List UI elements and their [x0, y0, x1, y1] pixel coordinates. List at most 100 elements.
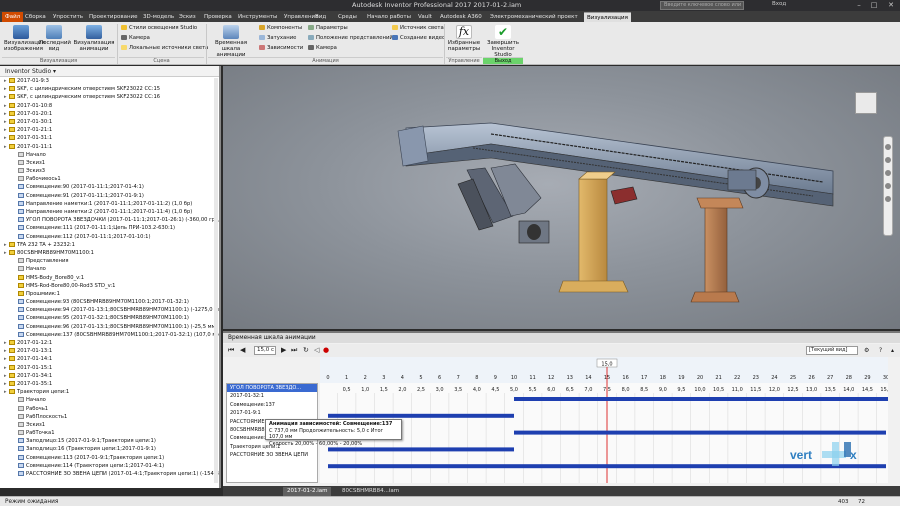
help-icon[interactable]: ? [879, 347, 882, 354]
search-input[interactable]: Введите ключевое слово или фразу [660, 1, 744, 10]
timeline-action-row[interactable]: Совмещение:137 [227, 401, 317, 409]
anim-camera-button[interactable]: Камера [308, 45, 337, 52]
pan-icon[interactable] [885, 157, 891, 163]
sign-in-link[interactable]: Вход [772, 1, 786, 7]
browser-node[interactable]: Совмещение:94 (2017-01-13:1;80CSBHMRB89H… [0, 306, 219, 314]
navigation-bar[interactable] [883, 136, 893, 236]
timeline-action-row[interactable]: 2017-01-32:1 [227, 392, 317, 400]
ribbon-tab-14[interactable]: Электромеханический проект [490, 12, 578, 22]
look-at-icon[interactable] [885, 196, 891, 202]
favorite-params-button[interactable]: fx Избранные параметры [447, 25, 481, 52]
settings-gear-icon[interactable]: ⚙ [864, 347, 869, 354]
ribbon-tab-9[interactable]: Вид [315, 12, 326, 22]
graphics-viewport[interactable] [223, 66, 900, 329]
ribbon-tab-10[interactable]: Среды [338, 12, 357, 22]
browser-node[interactable]: ▸ 2017-01-12:1 [0, 339, 219, 347]
browser-node[interactable]: Рабочь1 [0, 405, 219, 413]
record-icon[interactable]: ● [323, 347, 329, 354]
ribbon-tab-2[interactable]: Упростить [53, 12, 83, 22]
viewcube[interactable] [855, 92, 877, 114]
browser-node[interactable]: HMS-Rod-Bore80,00-Rod3 STD_v:1 [0, 282, 219, 290]
anim-parameters-button[interactable]: Параметры [308, 25, 348, 32]
ribbon-tab-15[interactable]: Визуализация [584, 12, 631, 22]
browser-node[interactable]: Начало [0, 396, 219, 404]
local-lights-button[interactable]: Локальные источники света [121, 45, 208, 52]
go-to-start-icon[interactable]: ⏮ [228, 347, 234, 354]
anim-components-button[interactable]: Компоненты [259, 25, 302, 32]
timeline-action-row[interactable]: РАССТОЯНИЕ ЗО ЗВЕНА ЦЕПИ [227, 451, 317, 459]
ribbon-tab-4[interactable]: 3D-модель [143, 12, 174, 22]
browser-node[interactable]: Совмещение:112 (2017-01-11:1;2017-01-10:… [0, 233, 219, 241]
browser-node[interactable]: ▸ 2017-01-31:1 [0, 134, 219, 142]
anim-fade-button[interactable]: Затухание [259, 35, 296, 42]
ribbon-tab-13[interactable]: Autodesk A360 [440, 12, 482, 22]
browser-node[interactable]: Направление наметки:1 (2017-01-11:1;2017… [0, 200, 219, 208]
rewind-icon[interactable]: ◀ [240, 347, 245, 354]
browser-node[interactable]: РабПлоскость1 [0, 413, 219, 421]
steering-wheel-icon[interactable] [885, 144, 891, 150]
browser-node[interactable]: Рабочиеось1 [0, 175, 219, 183]
ribbon-tab-7[interactable]: Инструменты [238, 12, 277, 22]
browser-node[interactable]: Прошмиик:1 [0, 290, 219, 298]
browser-node[interactable]: Эскиз3 [0, 167, 219, 175]
browser-node[interactable]: Совмещение:111 (2017-01-11:1;Цепь ПРИ-10… [0, 224, 219, 232]
browser-node[interactable]: HMS-Body_Bore80_v:1 [0, 274, 219, 282]
browser-node[interactable]: Начало [0, 265, 219, 273]
browser-node[interactable]: Совмещение:113 (2017-01-9:1;Траектория ц… [0, 454, 219, 462]
timeline-action-row[interactable]: УГОЛ ПОВОРОТА ЗВЕЗДО... [227, 384, 317, 393]
browser-node[interactable]: Эскиз1 [0, 159, 219, 167]
ribbon-tab-11[interactable]: Начало работы [367, 12, 411, 22]
camera-view-select[interactable]: [Текущий вид] [806, 346, 858, 355]
browser-node[interactable]: ▸ 2017-01-20:1 [0, 110, 219, 118]
browser-node[interactable]: УГОЛ ПОВОРОТА ЗВЕЗДОЧКИ (2017-01-11:1;20… [0, 216, 219, 224]
ribbon-tab-12[interactable]: Vault [418, 12, 432, 22]
ribbon-tab-3[interactable]: Проектирование [89, 12, 138, 22]
browser-node[interactable]: Направление наметки:2 (2017-01-11:1;2017… [0, 208, 219, 216]
browser-node[interactable]: ▸ 2017-01-34:1 [0, 372, 219, 380]
anim-positional-reps-button[interactable]: Положение представлений [308, 35, 393, 42]
anim-constraints-button[interactable]: Зависимости [259, 45, 303, 52]
browser-node[interactable]: ▸ SKF, с цилиндрическим отверстием SKF230… [0, 93, 219, 101]
play-icon[interactable]: ▶ [281, 347, 286, 354]
browser-node[interactable]: РабТочка1 [0, 429, 219, 437]
browser-node[interactable]: Эскиз1 [0, 421, 219, 429]
browser-node[interactable]: ▸ 2017-01-9:3 [0, 77, 219, 85]
ribbon-tab-5[interactable]: Эскиз [179, 12, 196, 22]
browser-node[interactable]: Представления [0, 257, 219, 265]
ribbon-tab-0[interactable]: Файл [2, 12, 24, 22]
browser-node[interactable]: ▸ SKF, с цилиндрическим отверстием SKF230… [0, 85, 219, 93]
anim-light-button[interactable]: Источник света [392, 25, 444, 32]
browser-node[interactable]: ▸ TFA 232 TA + 23232:1 [0, 241, 219, 249]
scene-camera-button[interactable]: Камера [121, 35, 150, 42]
doc-tab-cylinder[interactable]: 80CSBHMRB84...iam [338, 487, 403, 496]
browser-node[interactable]: ▸ Траектория цепи:1 [0, 388, 219, 396]
render-animation-button[interactable]: Визуализация анимации [73, 25, 115, 52]
ribbon-tab-6[interactable]: Проверка [204, 12, 232, 22]
render-image-button[interactable]: Визуализация изображения [4, 25, 45, 52]
browser-node[interactable]: ▸ 2017-01-15:1 [0, 364, 219, 372]
lighting-styles-button[interactable]: Стили освещения Studio [121, 25, 197, 32]
zoom-icon[interactable] [885, 170, 891, 176]
browser-node[interactable]: Совмещение:137 (80CSBHMRB89HM70M1100:1;2… [0, 331, 219, 339]
ribbon-tab-8[interactable]: Управление [284, 12, 319, 22]
timeline-action-row[interactable]: 2017-01-9:1 [227, 409, 317, 417]
browser-node[interactable]: Заподлицо:16 (Траектория цепи:1;2017-01-… [0, 445, 219, 453]
orbit-icon[interactable] [885, 183, 891, 189]
browser-node[interactable]: Совмещение:91 (2017-01-11:1;2017-01-9:1) [0, 192, 219, 200]
browser-node[interactable]: ▸ 2017-01-13:1 [0, 347, 219, 355]
browser-node[interactable]: ▸ 2017-01-10:8 [0, 102, 219, 110]
doc-tab-main[interactable]: 2017-01-2.iam [283, 487, 332, 496]
browser-node[interactable]: ▸ 2017-01-35:1 [0, 380, 219, 388]
reverse-icon[interactable]: ◁ [314, 347, 319, 354]
browser-node[interactable]: Совмещение:93 (80CSBHMRB89HM70M1100:1;20… [0, 298, 219, 306]
browser-node[interactable]: Заподлицо:15 (2017-01-9:1;Траектория цеп… [0, 437, 219, 445]
browser-node[interactable]: Совмещение:96 (2017-01-13:1;80CSBHMRB89H… [0, 323, 219, 331]
close-button[interactable]: ✕ [884, 0, 898, 10]
finish-studio-button[interactable]: ✔ Завершить Inventor Studio [483, 25, 523, 58]
browser-node[interactable]: Совмещение:114 (Траектория цепи:1;2017-0… [0, 462, 219, 470]
repeat-icon[interactable]: ↻ [303, 347, 309, 354]
browser-node[interactable]: ▸ 2017-01-14:1 [0, 355, 219, 363]
browser-node[interactable]: ▸ 2017-01-11:1 [0, 143, 219, 151]
minimize-button[interactable]: – [852, 0, 866, 10]
animation-timeline-button[interactable]: Временная шкала анимации [210, 25, 252, 58]
